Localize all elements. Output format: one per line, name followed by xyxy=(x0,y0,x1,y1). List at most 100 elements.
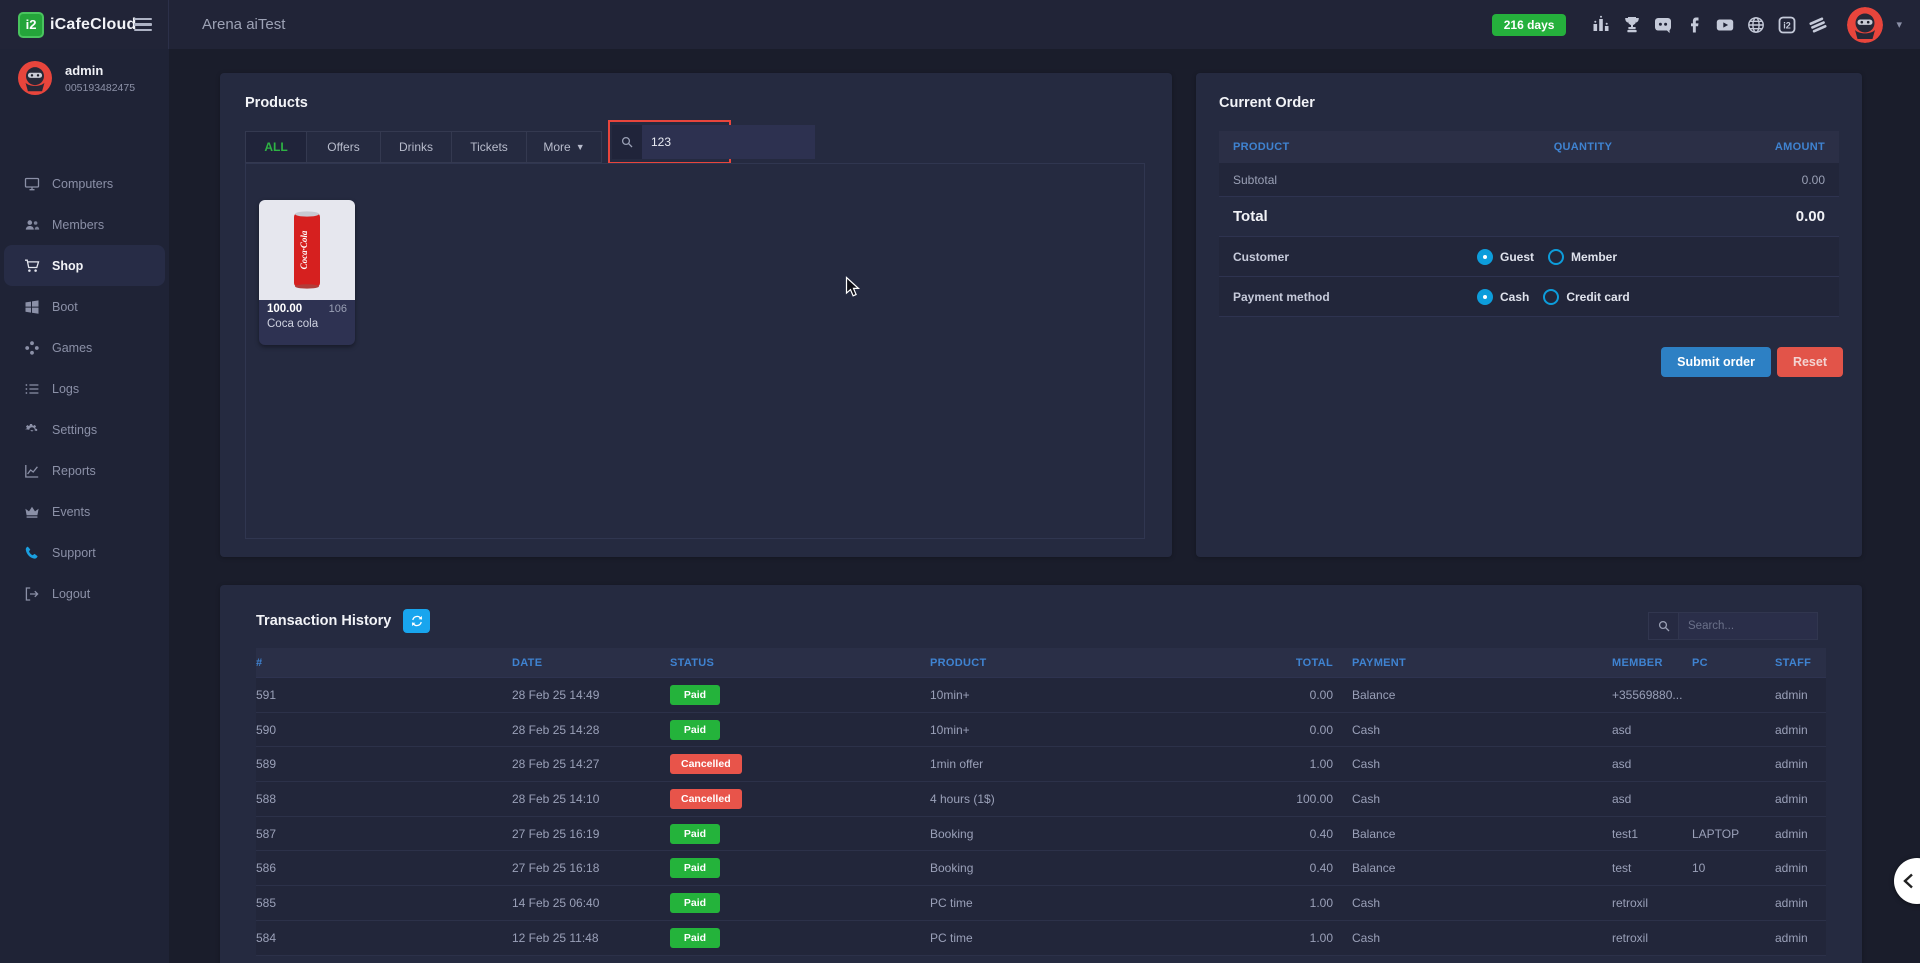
cell-date: 12 Feb 25 11:48 xyxy=(512,931,670,945)
cell-id: 587 xyxy=(256,827,512,841)
cell-staff: admin xyxy=(1775,792,1826,806)
sidebar: admin 005193482475 Computers Members Sho… xyxy=(0,49,169,963)
refresh-button[interactable] xyxy=(403,609,430,633)
guest-radio[interactable] xyxy=(1477,249,1493,265)
layers-icon[interactable] xyxy=(1808,15,1828,35)
discord-icon[interactable] xyxy=(1653,15,1673,35)
transaction-search-input[interactable] xyxy=(1678,612,1818,640)
cell-payment: Cash xyxy=(1333,792,1612,806)
users-icon xyxy=(24,217,40,233)
cell-product: 4 hours (1$) xyxy=(930,792,1240,806)
customer-member-option[interactable]: Member xyxy=(1548,249,1617,265)
payment-cash-option[interactable]: Cash xyxy=(1477,289,1529,305)
tab-offers[interactable]: Offers xyxy=(307,131,381,163)
cell-date: 27 Feb 25 16:18 xyxy=(512,861,670,875)
transaction-row-586[interactable]: 58627 Feb 25 16:18PaidBooking0.40Balance… xyxy=(256,851,1826,886)
globe-icon[interactable] xyxy=(1746,15,1766,35)
status-badge: Paid xyxy=(670,685,720,705)
customer-row: Customer Guest Member xyxy=(1219,237,1839,277)
icafecloud-icon[interactable]: i2 xyxy=(1777,15,1797,35)
search-icon xyxy=(612,125,642,159)
status-badge: Paid xyxy=(670,720,720,740)
products-title: Products xyxy=(245,95,308,111)
cell-id: 585 xyxy=(256,896,512,910)
transaction-table-header: # DATE STATUS PRODUCT TOTAL PAYMENT MEMB… xyxy=(256,648,1826,678)
ranking-icon[interactable] xyxy=(1591,15,1611,35)
cell-payment: Cash xyxy=(1333,723,1612,737)
crown-icon xyxy=(24,504,40,520)
chevron-down-icon[interactable]: ▾ xyxy=(1896,18,1902,31)
tab-all[interactable]: ALL xyxy=(245,131,307,163)
cell-total: 100.00 xyxy=(1240,792,1333,806)
logout-icon xyxy=(24,586,40,602)
cell-date: 28 Feb 25 14:28 xyxy=(512,723,670,737)
facebook-icon[interactable] xyxy=(1684,15,1704,35)
transaction-row-588[interactable]: 58828 Feb 25 14:10Cancelled4 hours (1$)1… xyxy=(256,782,1826,817)
cell-payment: Balance xyxy=(1333,861,1612,875)
sidebar-item-logs[interactable]: Logs xyxy=(0,368,169,409)
user-avatar[interactable] xyxy=(1847,7,1883,43)
transaction-row-587[interactable]: 58727 Feb 25 16:19PaidBooking0.40Balance… xyxy=(256,817,1826,852)
reset-button[interactable]: Reset xyxy=(1777,347,1843,377)
tab-more[interactable]: More▼ xyxy=(527,131,602,163)
current-order-panel: Current Order PRODUCT QUANTITY AMOUNT Su… xyxy=(1196,73,1862,557)
sidebar-user[interactable]: admin 005193482475 xyxy=(0,49,169,107)
cell-staff: admin xyxy=(1775,827,1826,841)
cell-payment: Balance xyxy=(1333,827,1612,841)
subtotal-row: Subtotal 0.00 xyxy=(1219,163,1839,197)
member-radio[interactable] xyxy=(1548,249,1564,265)
transaction-row-589[interactable]: 58928 Feb 25 14:27Cancelled1min offer1.0… xyxy=(256,747,1826,782)
product-stock: 106 xyxy=(329,303,347,315)
avatar xyxy=(18,61,52,95)
sidebar-item-reports[interactable]: Reports xyxy=(0,450,169,491)
cell-payment: Balance xyxy=(1333,688,1612,702)
cell-total: 0.00 xyxy=(1240,688,1333,702)
trophy-icon[interactable] xyxy=(1622,15,1642,35)
cell-staff: admin xyxy=(1775,931,1826,945)
chevron-left-icon xyxy=(1902,873,1914,889)
product-price: 100.00 xyxy=(267,303,302,315)
youtube-icon[interactable] xyxy=(1715,15,1735,35)
sidebar-item-settings[interactable]: Settings xyxy=(0,409,169,450)
cash-radio[interactable] xyxy=(1477,289,1493,305)
refresh-icon xyxy=(410,614,424,628)
cell-total: 1.00 xyxy=(1240,896,1333,910)
side-panel-toggle[interactable] xyxy=(1894,858,1920,904)
tab-drinks[interactable]: Drinks xyxy=(381,131,452,163)
svg-text:Coca·Cola: Coca·Cola xyxy=(299,230,309,269)
icafecloud-logo-icon: i2 xyxy=(18,12,44,38)
sidebar-item-logout[interactable]: Logout xyxy=(0,573,169,614)
sidebar-item-members[interactable]: Members xyxy=(0,204,169,245)
brand-name: iCafeCloud xyxy=(50,16,136,34)
transaction-row-585[interactable]: 58514 Feb 25 06:40PaidPC time1.00Cashret… xyxy=(256,886,1826,921)
sidebar-item-shop[interactable]: Shop xyxy=(4,245,165,286)
cell-date: 14 Feb 25 06:40 xyxy=(512,896,670,910)
payment-credit-card-option[interactable]: Credit card xyxy=(1543,289,1629,305)
submit-order-button[interactable]: Submit order xyxy=(1661,347,1771,377)
sidebar-item-computers[interactable]: Computers xyxy=(0,163,169,204)
menu-toggle-icon[interactable] xyxy=(134,15,152,34)
transaction-row-591[interactable]: 59128 Feb 25 14:49Paid10min+0.00Balance+… xyxy=(256,678,1826,713)
credit-card-radio[interactable] xyxy=(1543,289,1559,305)
sidebar-item-boot[interactable]: Boot xyxy=(0,286,169,327)
customer-guest-option[interactable]: Guest xyxy=(1477,249,1534,265)
sidebar-item-events[interactable]: Events xyxy=(0,491,169,532)
sidebar-item-support[interactable]: Support xyxy=(0,532,169,573)
cell-id: 590 xyxy=(256,723,512,737)
cell-status: Cancelled xyxy=(670,754,930,774)
caret-down-icon: ▼ xyxy=(576,142,585,152)
cell-member: retroxil xyxy=(1612,896,1692,910)
transaction-history-panel: Transaction History # DATE STATUS PRODUC… xyxy=(220,585,1862,963)
products-search-input[interactable] xyxy=(642,125,815,159)
product-card-coca-cola[interactable]: Coca·Cola 100.00 106 Coca cola xyxy=(259,200,355,345)
license-days-badge[interactable]: 216 days xyxy=(1492,14,1567,36)
tab-tickets[interactable]: Tickets xyxy=(452,131,527,163)
cell-pc: LAPTOP xyxy=(1692,827,1775,841)
cell-product: PC time xyxy=(930,896,1240,910)
transaction-row-590[interactable]: 59028 Feb 25 14:28Paid10min+0.00Cashasda… xyxy=(256,713,1826,748)
cell-total: 0.40 xyxy=(1240,861,1333,875)
status-badge: Paid xyxy=(670,824,720,844)
sidebar-item-games[interactable]: Games xyxy=(0,327,169,368)
total-row: Total 0.00 xyxy=(1219,197,1839,237)
transaction-row-584[interactable]: 58412 Feb 25 11:48PaidPC time1.00Cashret… xyxy=(256,921,1826,956)
